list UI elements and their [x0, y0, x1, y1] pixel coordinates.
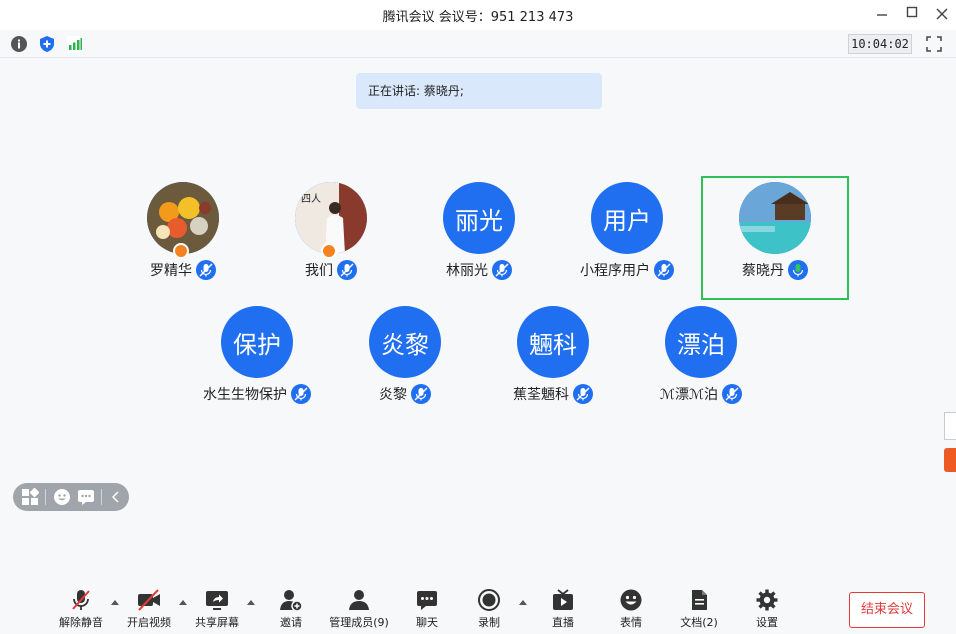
share-screen-icon	[206, 591, 228, 610]
manage-members-label: 管理成员(9)	[329, 616, 389, 629]
avatar: 炎黎	[369, 306, 441, 378]
mic-muted-icon	[492, 260, 512, 280]
avatar: 漂泊	[665, 306, 737, 378]
participant-name: 林丽光	[446, 263, 488, 279]
invite-button[interactable]: 邀请	[261, 586, 321, 632]
participant-name: 小程序用户	[580, 263, 650, 279]
participant-name: 我们	[305, 263, 333, 279]
close-icon[interactable]	[932, 5, 952, 25]
chat-label: 聊天	[416, 616, 438, 629]
floating-toolbar	[13, 483, 129, 511]
participant-name: 水生生物保护	[203, 387, 287, 403]
participant-tile[interactable]: 用户 小程序用户	[553, 176, 701, 300]
participant-tile[interactable]: 魎科 蕉荃魎科	[479, 300, 627, 424]
unmute-label: 解除静音	[59, 616, 103, 629]
manage-members-button[interactable]: 管理成员(9)	[329, 586, 389, 632]
host-badge-icon	[321, 243, 337, 259]
mic-speaking-icon	[788, 260, 808, 280]
title-bar: 腾讯会议 会议号：951 213 473	[0, 0, 956, 30]
avatar: 魎科	[517, 306, 589, 378]
participant-tile[interactable]: 炎黎 炎黎	[331, 300, 479, 424]
participant-name: 蔡晓丹	[742, 263, 784, 279]
record-icon	[478, 589, 500, 611]
speaking-indicator: 正在讲话: 蔡晓丹;	[356, 73, 602, 109]
participant-tile[interactable]: 丽光 林丽光	[405, 176, 553, 300]
chat-icon	[417, 591, 437, 610]
chevron-left-icon[interactable]	[107, 488, 125, 506]
participant-tile[interactable]: 保护 水生生物保护	[183, 300, 331, 424]
bottom-toolbar: 解除静音 开启视频 共享屏幕 邀请 管理成员(9) 聊天 录制 直播 表情 文档…	[0, 584, 956, 634]
participant-name: 蕉荃魎科	[513, 387, 569, 403]
chevron-up-icon[interactable]	[518, 598, 528, 606]
layout-icon[interactable]	[21, 487, 40, 506]
signal-icon[interactable]	[66, 35, 84, 53]
divider	[45, 489, 46, 505]
live-icon	[553, 589, 573, 610]
avatar: 保护	[221, 306, 293, 378]
document-icon	[692, 590, 707, 610]
share-screen-button[interactable]: 共享屏幕	[187, 586, 247, 632]
members-icon	[349, 590, 369, 610]
side-app-icon[interactable]	[944, 448, 956, 472]
settings-button[interactable]: 设置	[737, 586, 797, 632]
participant-tile[interactable]: 罗精华	[109, 176, 257, 300]
fullscreen-icon[interactable]	[926, 36, 942, 52]
avatar: 丽光	[443, 182, 515, 254]
side-panel-tab[interactable]	[944, 412, 956, 440]
maximize-icon[interactable]	[902, 5, 922, 25]
participant-name: 罗精华	[150, 263, 192, 279]
gear-icon	[756, 589, 778, 611]
emoji-icon[interactable]	[53, 488, 71, 506]
documents-button[interactable]: 文档(2)	[669, 586, 729, 632]
invite-icon	[280, 590, 303, 612]
chevron-up-icon[interactable]	[246, 598, 256, 606]
mic-muted-icon	[196, 260, 216, 280]
emoji-icon	[620, 589, 642, 611]
avatar: 用户	[591, 182, 663, 254]
emoji-button[interactable]: 表情	[601, 586, 661, 632]
live-label: 直播	[552, 616, 574, 629]
participant-name: 炎黎	[379, 387, 407, 403]
chat-button[interactable]: 聊天	[397, 586, 457, 632]
meeting-clock: 10:04:02	[848, 34, 912, 54]
divider	[101, 489, 102, 505]
participant-tile-active[interactable]: 蔡晓丹	[701, 176, 849, 300]
record-button[interactable]: 录制	[459, 586, 519, 632]
participant-name: ℳ漂ℳ泊	[660, 387, 718, 403]
invite-label: 邀请	[280, 616, 302, 629]
info-icon[interactable]	[10, 35, 28, 53]
participant-tile[interactable]: 漂泊 ℳ漂ℳ泊	[627, 300, 775, 424]
avatar	[739, 182, 811, 254]
svg-text:四人: 四人	[301, 193, 321, 205]
chat-icon[interactable]	[77, 488, 95, 506]
live-button[interactable]: 直播	[533, 586, 593, 632]
shield-icon[interactable]	[38, 35, 56, 53]
start-video-button[interactable]: 开启视频	[119, 586, 179, 632]
mic-muted-icon	[573, 384, 593, 404]
documents-label: 文档(2)	[680, 616, 718, 629]
settings-label: 设置	[756, 616, 778, 629]
host-badge-icon	[173, 243, 189, 259]
mic-muted-icon	[337, 260, 357, 280]
participant-tile[interactable]: 四人 我们	[257, 176, 405, 300]
start-video-label: 开启视频	[127, 616, 171, 629]
mic-muted-icon	[654, 260, 674, 280]
mic-muted-icon	[721, 384, 742, 404]
window-title: 腾讯会议 会议号：951 213 473	[382, 10, 574, 25]
mic-muted-icon	[291, 384, 311, 404]
minimize-icon[interactable]	[872, 5, 892, 25]
mic-off-icon	[72, 590, 90, 610]
unmute-button[interactable]: 解除静音	[51, 586, 111, 632]
emoji-label: 表情	[620, 616, 642, 629]
end-meeting-button[interactable]: 结束会议	[849, 592, 925, 628]
mic-muted-icon	[411, 384, 431, 404]
status-bar: 10:04:02	[0, 30, 956, 58]
record-label: 录制	[478, 616, 500, 629]
share-screen-label: 共享屏幕	[195, 616, 239, 629]
video-off-icon	[138, 589, 160, 611]
